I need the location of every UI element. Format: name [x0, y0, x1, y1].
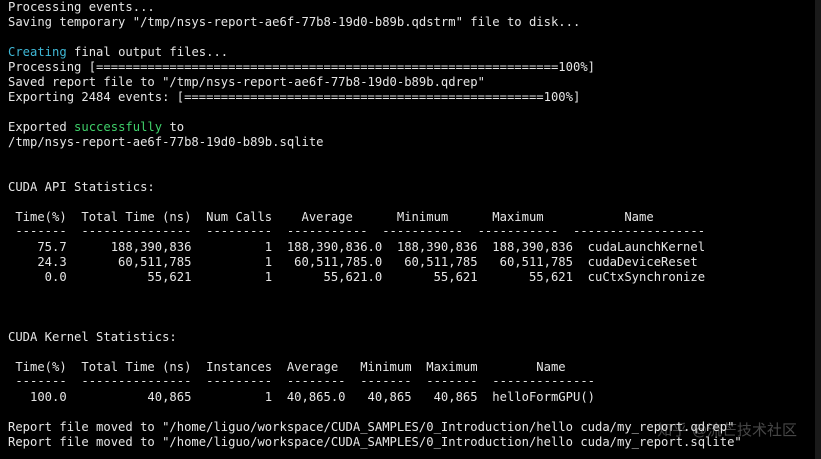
output-line: /tmp/nsys-report-ae6f-77b8-19d0-b89b.sql… — [8, 135, 324, 149]
output-line: Report file moved to "/home/liguo/worksp… — [8, 420, 735, 434]
api-table-divider: ------- --------------- --------- ------… — [8, 224, 706, 238]
table-row: 0.0 55,621 1 55,621.0 55,621 55,621 cuCt… — [8, 270, 720, 284]
terminal-window[interactable]: Processing events... Saving temporary "/… — [0, 0, 815, 459]
output-line: Exported successfully to — [8, 120, 184, 135]
output-line: Report file moved to "/home/liguo/worksp… — [8, 435, 742, 449]
kernel-table-header: Time(%) Total Time (ns) Instances Averag… — [8, 360, 610, 374]
output-line: Saving temporary "/tmp/nsys-report-ae6f-… — [8, 15, 581, 29]
section-title-cuda-kernel: CUDA Kernel Statistics: — [8, 330, 177, 344]
creating-rest: final output files... — [66, 45, 229, 59]
to-word: to — [162, 120, 185, 134]
table-row: 75.7 188,390,836 1 188,390,836.0 188,390… — [8, 240, 720, 254]
success-keyword: successfully — [74, 120, 163, 134]
output-line: Processing events... — [8, 0, 155, 14]
creating-keyword: Creating — [8, 45, 67, 59]
kernel-table-divider: ------- --------------- --------- ------… — [8, 374, 595, 388]
output-line: Creating final output files... — [8, 45, 228, 60]
section-title-cuda-api: CUDA API Statistics: — [8, 180, 155, 194]
api-table-header: Time(%) Total Time (ns) Num Calls Averag… — [8, 210, 713, 224]
progress-line: Processing [============================… — [8, 60, 595, 74]
output-line: Saved report file to "/tmp/nsys-report-a… — [8, 75, 485, 89]
table-row: 24.3 60,511,785 1 60,511,785.0 60,511,78… — [8, 255, 720, 269]
exported-word: Exported — [8, 120, 75, 134]
progress-line: Exporting 2484 events: [================… — [8, 90, 581, 104]
table-row: 100.0 40,865 1 40,865.0 40,865 40,865 he… — [8, 390, 595, 404]
vertical-scrollbar[interactable] — [815, 0, 821, 459]
